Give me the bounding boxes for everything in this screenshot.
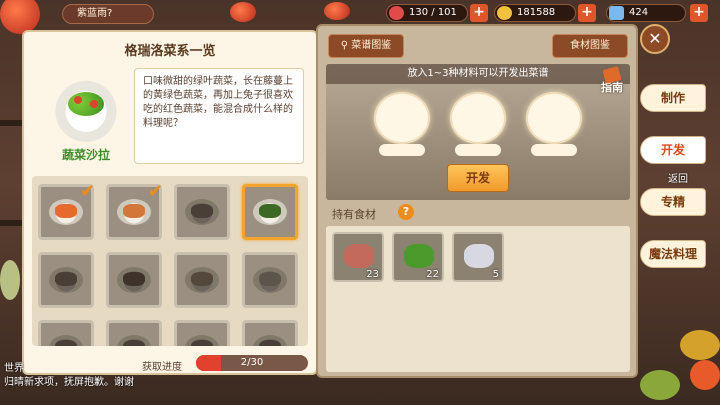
dish-cell[interactable]	[38, 320, 94, 346]
stamina-value: 130 / 101	[409, 7, 457, 18]
owned-ingredients-label: 持有食材	[332, 208, 376, 221]
coin-value: 181588	[517, 7, 556, 18]
dish-cell[interactable]	[242, 184, 298, 240]
username-label[interactable]: 紫蓝雨?	[62, 4, 154, 24]
dish-cell[interactable]	[174, 184, 230, 240]
guide-button[interactable]: 指南	[594, 66, 630, 102]
ingredient-item-green-pepper[interactable]: 22	[392, 232, 444, 282]
back-label[interactable]: 返回	[668, 170, 688, 185]
dish-description: 口味微甜的绿叶蔬菜，长在藤蔓上的黄绿色蔬菜，再加上兔子很喜欢吃的红色蔬菜，能混合…	[134, 68, 304, 164]
heart-icon	[389, 6, 404, 20]
salad-greens	[68, 92, 104, 116]
progress-bar: 2/30	[196, 355, 308, 371]
dish-cell[interactable]	[242, 320, 298, 346]
progress-text: 2/30	[240, 357, 264, 368]
food-icon	[55, 204, 77, 218]
checkmark-icon: ✔	[147, 181, 163, 202]
food-icon	[191, 272, 213, 286]
ingredient-count: 23	[366, 269, 379, 280]
ingredient-slot-3-label	[531, 144, 577, 156]
tomato-slice	[74, 96, 82, 104]
ingredient-slot-1-label	[379, 144, 425, 156]
ingredient-slot-3[interactable]	[526, 92, 582, 144]
dish-cell[interactable]: ✔	[38, 181, 95, 240]
specialize-button[interactable]: 专精	[640, 188, 706, 216]
gem-value: 424	[629, 7, 649, 18]
ingredient-slot-1[interactable]	[374, 92, 430, 144]
oyster-icon	[464, 244, 494, 268]
dish-cell[interactable]: ✔	[106, 181, 163, 240]
vegetable-decoration	[690, 360, 720, 390]
vegetable-decoration	[0, 260, 20, 300]
food-icon	[259, 204, 281, 218]
dish-cell[interactable]	[38, 252, 94, 308]
add-stamina-button[interactable]: +	[470, 4, 488, 22]
search-icon: ⚲	[340, 40, 352, 51]
cuisine-overview-panel: 格瑞洛菜系一览 蔬菜沙拉 口味微甜的绿叶蔬菜，长在藤蔓上的黄绿色蔬菜，再加上兔子…	[22, 30, 318, 375]
add-gems-button[interactable]: +	[690, 4, 708, 22]
make-button[interactable]: 制作	[640, 84, 706, 112]
ingredient-item-meat[interactable]: 23	[332, 232, 384, 282]
food-icon	[123, 204, 145, 218]
food-icon	[123, 340, 145, 346]
recipe-book-button[interactable]: ⚲ 菜谱图鉴	[328, 34, 404, 58]
magic-cooking-button[interactable]: 魔法料理	[640, 240, 706, 268]
shelf	[0, 220, 22, 226]
development-hint: 放入1~3种材料可以开发出菜谱	[326, 64, 630, 84]
gem-counter: 424	[606, 4, 686, 22]
food-icon	[191, 340, 213, 346]
vegetable-decoration	[640, 370, 680, 400]
food-icon	[191, 204, 213, 218]
gem-icon	[609, 6, 624, 20]
food-icon	[55, 272, 77, 286]
ingredient-book-button[interactable]: 食材图鉴	[552, 34, 628, 58]
dish-cell[interactable]	[242, 252, 298, 308]
meat-icon	[344, 244, 374, 268]
dish-grid: ✔ ✔	[32, 176, 308, 346]
dish-cell[interactable]	[174, 252, 230, 308]
coin-icon	[497, 6, 512, 20]
stamina-counter: 130 / 101	[386, 4, 468, 22]
top-status-bar: 紫蓝雨? 130 / 101 + 181588 + 424 +	[0, 0, 720, 26]
guide-label: 指南	[601, 81, 623, 94]
close-button[interactable]: ✕	[640, 24, 670, 54]
dish-cell[interactable]	[174, 320, 230, 346]
food-icon	[259, 272, 281, 286]
chat-message: 归晴新求项，抚屏抱歉。谢谢	[4, 377, 134, 388]
ingredient-slot-2-label	[455, 144, 501, 156]
ingredient-slot-2[interactable]	[450, 92, 506, 144]
shelf	[0, 120, 22, 126]
food-icon	[259, 340, 281, 346]
ingredient-count: 5	[492, 269, 499, 280]
salad-icon	[52, 74, 120, 142]
add-coins-button[interactable]: +	[578, 4, 596, 22]
help-icon[interactable]: ?	[398, 204, 414, 220]
food-icon	[55, 340, 77, 346]
close-icon: ✕	[648, 29, 662, 48]
ingredient-count: 22	[426, 269, 439, 280]
tomato-slice	[90, 100, 98, 108]
recipe-book-label: 菜谱图鉴	[351, 40, 392, 51]
green-pepper-icon	[404, 244, 434, 268]
coin-counter: 181588	[494, 4, 576, 22]
chat-box[interactable]: 世界 归晴新求项，抚屏抱歉。谢谢	[0, 360, 200, 404]
dish-cell[interactable]	[106, 252, 162, 308]
develop-tab-button[interactable]: 开发	[640, 136, 706, 164]
checkmark-icon: ✔	[79, 181, 95, 202]
panel-title: 格瑞洛菜系一览	[124, 44, 216, 59]
dish-name: 蔬菜沙拉	[61, 148, 110, 162]
vegetable-decoration	[680, 330, 720, 360]
ingredient-item-oyster[interactable]: 5	[452, 232, 504, 282]
development-panel: ⚲ 菜谱图鉴 食材图鉴 放入1~3种材料可以开发出菜谱 指南 开发 持有食材 ?…	[316, 24, 638, 378]
dish-cell[interactable]	[106, 320, 162, 346]
ingredient-inventory: 23 22 5	[326, 226, 630, 372]
develop-button[interactable]: 开发	[447, 164, 509, 192]
food-icon	[123, 272, 145, 286]
chat-channel: 世界	[4, 363, 24, 374]
